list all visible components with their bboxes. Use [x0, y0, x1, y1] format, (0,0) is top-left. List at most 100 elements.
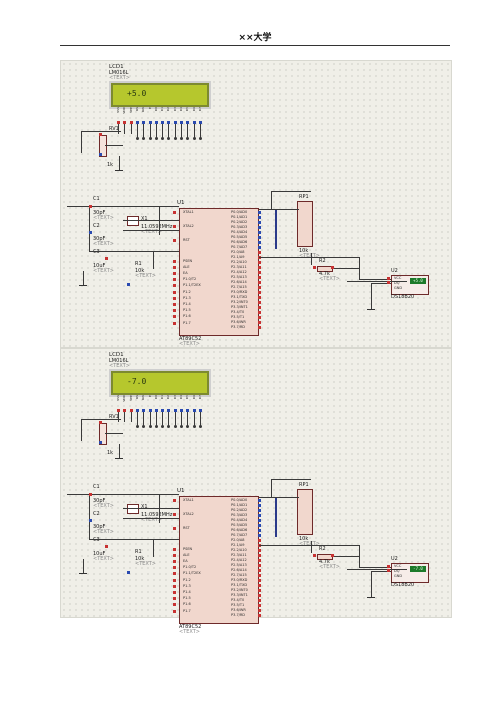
mcu-right-pin-label: P3.4/T0 [231, 598, 245, 602]
mcu-right-pin-marker [258, 549, 261, 552]
mcu-right-pin-marker [258, 306, 261, 309]
mcu-right-pin-marker [258, 534, 261, 537]
mcu-left-pin-marker [173, 303, 176, 306]
lcd-pin-wire [118, 412, 119, 422]
wire [105, 145, 123, 146]
lcd-placeholder: <TEXT> [109, 363, 130, 369]
sensor-pin-label: GND [394, 286, 403, 290]
mcu-right-pin-label: P2.1/A9 [231, 543, 245, 547]
mcu-left-pin-marker [173, 278, 176, 282]
lcd-pin-wire [168, 124, 170, 138]
mcu-right-pin-marker [258, 276, 261, 279]
lcd-pin-wire [155, 412, 157, 426]
rp1-body [297, 489, 313, 535]
lcd-pin-junction [142, 425, 146, 428]
lcd-pin-junction [173, 425, 177, 428]
lcd-pin-label: D6 [191, 395, 196, 400]
lcd-pin-junction [161, 425, 165, 428]
pin-marker [99, 133, 102, 136]
mcu-right-pin-marker [258, 311, 261, 314]
mcu-right-pin-marker [258, 589, 261, 592]
mcu-right-pin-marker [258, 519, 261, 522]
r1-ref: R1 [135, 261, 142, 267]
lcd-reading: +5.0 [127, 89, 147, 98]
mcu-right-pin-label: P0.3/AD3 [231, 513, 248, 517]
r1-placeholder: <TEXT> [135, 273, 156, 279]
mcu-right-pin-label: P0.5/AD5 [231, 235, 248, 239]
wire [67, 206, 179, 207]
pin-marker [127, 283, 130, 286]
wire [159, 495, 160, 523]
r2-placeholder: <TEXT> [319, 276, 340, 282]
pin-marker [387, 569, 390, 572]
lcd-pin-label: E [147, 107, 152, 109]
mcu-right-pin-label: P2.0/A8 [231, 538, 245, 542]
mcu-left-pin-label: P1.3 [183, 295, 191, 300]
mcu-right-pin-marker [258, 226, 261, 229]
wire [123, 220, 179, 221]
mcu-right-pin-marker [258, 564, 261, 567]
header-rule [60, 45, 450, 46]
c2-placeholder: <TEXT> [93, 529, 114, 535]
wire [271, 191, 272, 209]
lcd-pin-junction [180, 137, 183, 140]
mcu-right-pin-label: P0.0/AD0 [231, 498, 248, 502]
lcd-pin-wire [162, 412, 164, 426]
mcu-left-pin-label: P1.5 [183, 308, 191, 313]
r1-ref: R1 [135, 549, 142, 555]
mcu-right-pin-label: P0.1/AD1 [231, 503, 248, 507]
mcu-left-pin-label: ALE [183, 264, 190, 269]
mcu-right-pin-label: P3.7/RD [231, 325, 245, 329]
wire [83, 559, 84, 573]
lcd-display: +5.0 [111, 83, 209, 107]
c3-placeholder: <TEXT> [93, 268, 114, 274]
lcd-pin-wire [193, 412, 195, 426]
mcu-right-pin-label: P0.2/AD2 [231, 220, 248, 224]
lcd-pin-label: VDD [122, 395, 127, 402]
lcd-pin-label: VEE [128, 395, 133, 401]
wire [123, 230, 179, 231]
lcd-pin-junction [180, 425, 183, 428]
mcu-right-pin-label: P0.4/AD4 [231, 518, 248, 522]
mcu-left-pin-marker [173, 572, 176, 576]
lcd-pin-label: E [147, 395, 152, 397]
lcd-pin-wire [143, 124, 145, 138]
lcd-pin-wire [199, 412, 201, 426]
mcu-right-pin-marker [258, 529, 261, 532]
mcu-right-pin-marker [258, 296, 261, 299]
lcd-pin-wire [187, 124, 189, 138]
mcu-right-pin-marker [258, 584, 261, 587]
page-header: ××大学 [238, 33, 272, 43]
lcd-pin-wire [136, 124, 138, 138]
crystal-body [127, 504, 139, 514]
mcu-right-pin-marker [258, 614, 261, 617]
mcu-right-pin-marker [258, 509, 261, 512]
wire [311, 541, 312, 553]
sensor-reading: -7.0 [410, 566, 426, 572]
mcu-left-pin-label: P1.1/T2EX [183, 283, 201, 288]
lcd-pin-wire [118, 124, 119, 134]
rp1-ref: RP1 [299, 194, 309, 200]
mcu-right-pin-marker [258, 594, 261, 597]
schematic-panel-1: LCD1 LM016L <TEXT> +5.0 RV1 1k C1 30pF <… [60, 60, 452, 348]
lcd-pin-label: D7 [197, 107, 202, 112]
lcd-pin-wire [181, 412, 182, 426]
pin-marker [89, 231, 92, 234]
mcu-right-pin-marker [258, 609, 261, 612]
mcu-left-pin-marker [173, 211, 176, 214]
lcd-pin-label: D7 [197, 395, 202, 400]
mcu-left-pin-label: XTAL2 [183, 224, 194, 228]
sensor-reading: +5.0 [410, 278, 426, 284]
mcu-left-pin-marker [173, 272, 176, 275]
mcu-left-pin-marker [173, 265, 176, 269]
mcu-left-pin-label: P1.5 [183, 596, 191, 601]
wire [359, 545, 360, 567]
mcu-right-pin-label: P2.6/A14 [231, 568, 247, 572]
pin-marker [331, 266, 334, 269]
mcu-right-pin-marker [258, 599, 261, 602]
mcu-right-pin-label: P2.5/A13 [231, 563, 247, 567]
lcd-pin-wire [187, 412, 189, 426]
lcd-pin-wire [130, 124, 132, 134]
lcd-display: -7.0 [111, 371, 209, 395]
lcd-pin-label: D6 [191, 107, 196, 112]
